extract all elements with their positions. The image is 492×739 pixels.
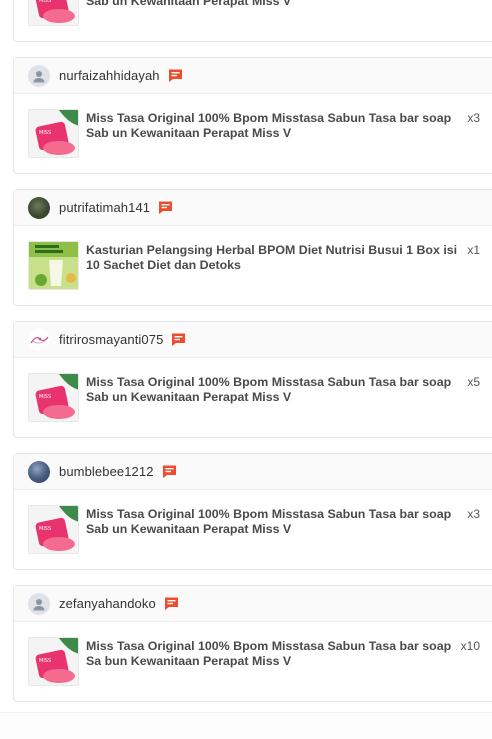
order-header: nurfaizahhidayah [14,58,492,94]
order-item[interactable]: MISS Miss Tasa Original 100% Bpom Missta… [14,490,492,554]
buyer-username[interactable]: putrifatimah141 [59,200,150,215]
product-name[interactable]: Miss Tasa Original 100% Bpom Misstasa Sa… [86,639,461,686]
svg-text:MISS: MISS [39,130,51,136]
svg-text:MISS: MISS [39,394,51,400]
product-thumbnail[interactable]: MISS [28,109,79,158]
product-thumbnail[interactable]: MISS [28,505,79,554]
buyer-username[interactable]: zefanyahandoko [59,596,156,611]
user-avatar[interactable] [28,196,50,219]
order-card: putrifatimah141 Kasturian Pelangsing Her… [13,189,492,306]
product-name[interactable]: Miss Tasa Original 100% Bpom Misstasa Sa… [86,0,461,26]
buyer-username[interactable]: nurfaizahhidayah [59,68,160,83]
chat-bubble-icon[interactable] [162,464,177,479]
buyer-username[interactable]: fitrirosmayanti075 [59,332,163,347]
quantity: x3 [467,111,480,125]
chat-bubble-icon[interactable] [171,332,186,347]
order-card: nurfaizahhidayah MISS Miss Tasa Original… [13,57,492,174]
order-card: MISS Miss Tasa Original 100% Bpom Missta… [13,0,492,42]
order-header: zefanyahandoko [14,586,492,622]
chat-bubble-icon[interactable] [164,596,179,611]
svg-text:MISS: MISS [39,658,51,664]
user-avatar[interactable] [28,460,50,483]
product-thumbnail[interactable]: MISS [28,637,79,686]
order-card: zefanyahandoko MISS Miss Tasa Original 1… [13,585,492,702]
product-thumbnail[interactable]: MISS [28,373,79,422]
bottom-bar [0,712,492,739]
buyer-username[interactable]: bumblebee1212 [59,464,154,479]
chat-bubble-icon[interactable] [168,68,183,83]
quantity: x10 [460,639,480,653]
product-name[interactable]: Kasturian Pelangsing Herbal BPOM Diet Nu… [86,243,461,290]
user-avatar-icon[interactable] [28,64,50,87]
order-header: fitrirosmayanti075 [14,322,492,358]
quantity: x5 [467,375,480,389]
product-thumbnail[interactable] [28,241,79,290]
quantity: x3 [467,507,480,521]
svg-text:MISS: MISS [39,0,51,4]
order-item[interactable]: MISS Miss Tasa Original 100% Bpom Missta… [14,358,492,422]
order-card: bumblebee1212 MISS Miss Tasa Original 10… [13,453,492,570]
order-card: fitrirosmayanti075 MISS Miss Tasa Origin… [13,321,492,438]
order-header: bumblebee1212 [14,454,492,490]
product-name[interactable]: Miss Tasa Original 100% Bpom Misstasa Sa… [86,507,461,554]
order-item[interactable]: MISS Miss Tasa Original 100% Bpom Missta… [14,622,492,686]
order-item[interactable]: Kasturian Pelangsing Herbal BPOM Diet Nu… [14,226,492,290]
order-item[interactable]: MISS Miss Tasa Original 100% Bpom Missta… [14,0,492,26]
chat-bubble-icon[interactable] [158,200,173,215]
product-name[interactable]: Miss Tasa Original 100% Bpom Misstasa Sa… [86,375,461,422]
user-avatar[interactable] [28,328,50,351]
quantity: x1 [467,243,480,257]
order-list: MISS Miss Tasa Original 100% Bpom Missta… [13,0,492,717]
product-thumbnail[interactable]: MISS [28,0,79,26]
product-name[interactable]: Miss Tasa Original 100% Bpom Misstasa Sa… [86,111,461,158]
svg-text:MISS: MISS [39,526,51,532]
order-header: putrifatimah141 [14,190,492,226]
order-item[interactable]: MISS Miss Tasa Original 100% Bpom Missta… [14,94,492,158]
user-avatar-icon[interactable] [28,592,50,615]
